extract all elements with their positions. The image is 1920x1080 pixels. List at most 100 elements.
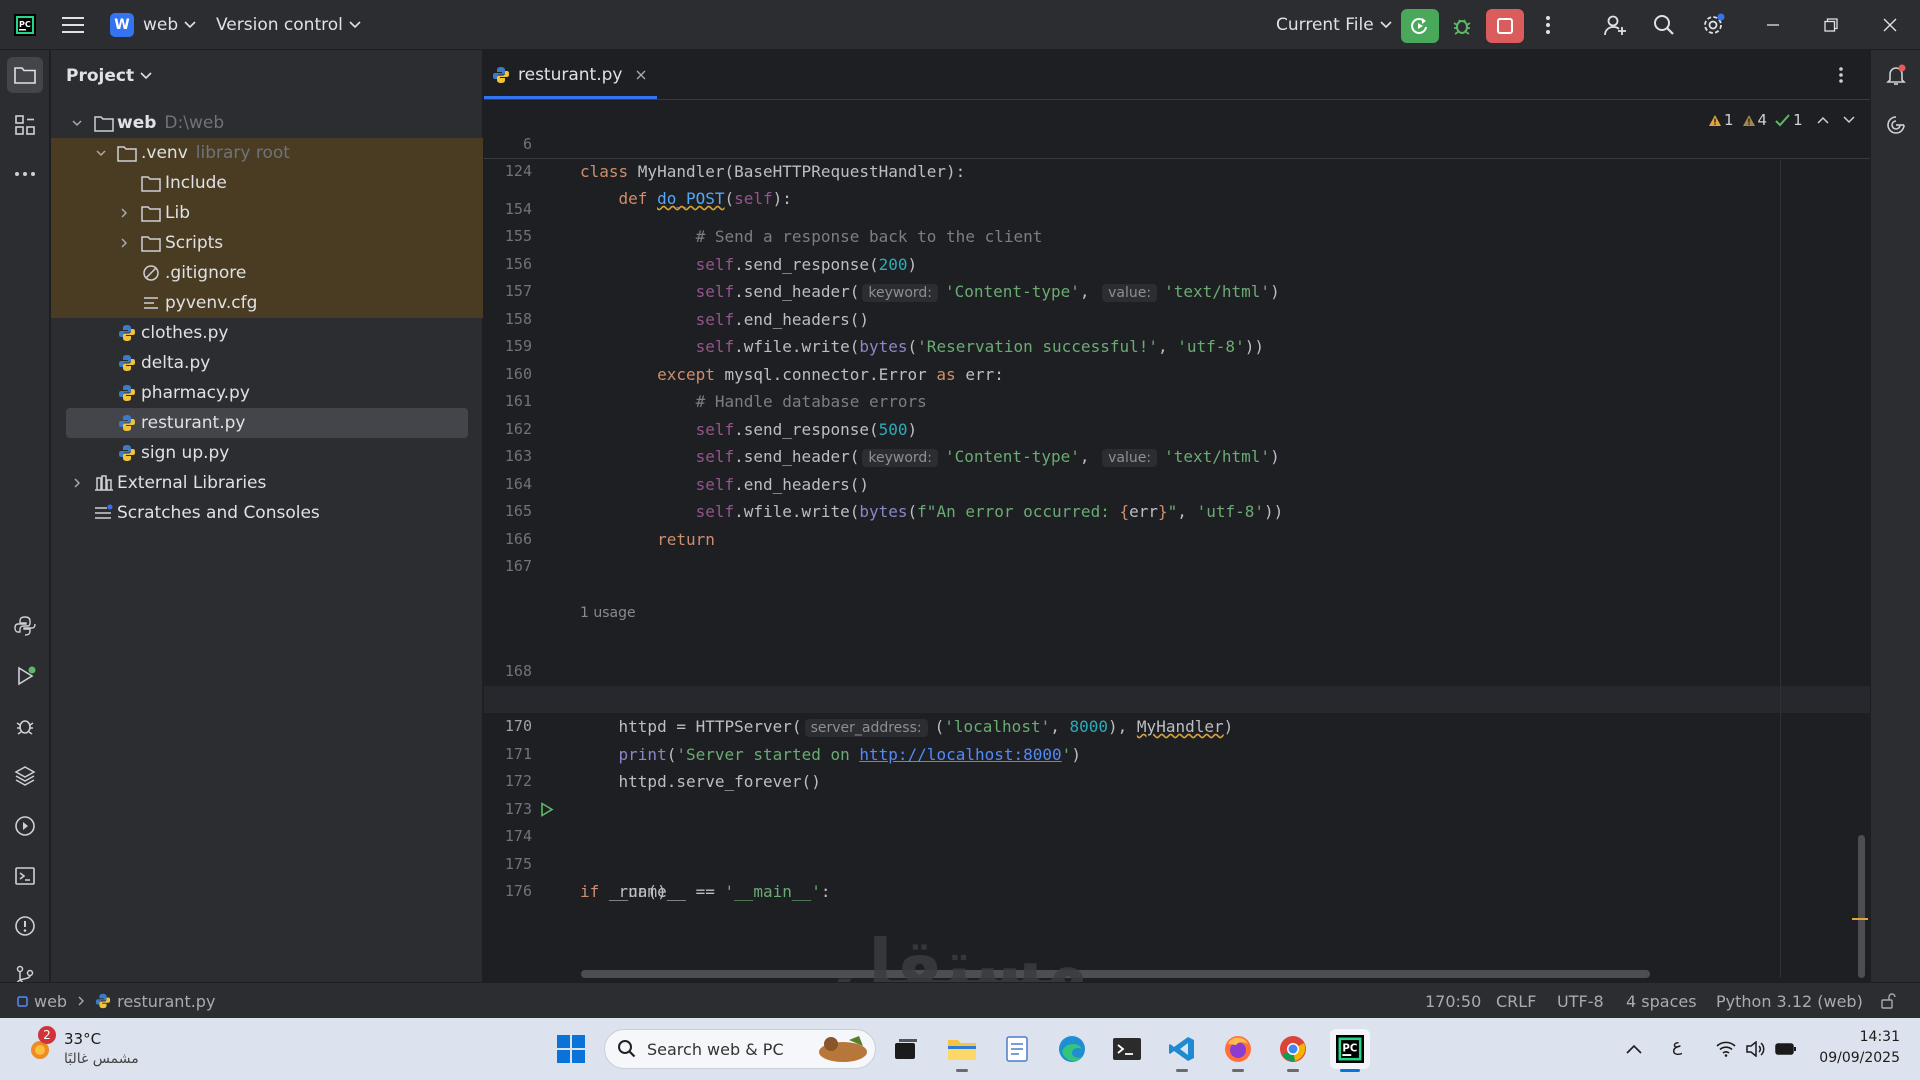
read-only-toggle[interactable] — [1880, 983, 1896, 1019]
tree-item-lib[interactable]: Lib — [51, 198, 483, 228]
inspection-widget[interactable]: 1 4 1 — [1708, 111, 1855, 129]
sticky-line[interactable]: 6 class MyHandler(BaseHTTPRequestHandler… — [484, 103, 1870, 182]
code-line[interactable]: 172 — [484, 741, 1870, 790]
show-hidden-icons-button[interactable] — [1620, 1035, 1648, 1063]
start-button[interactable] — [553, 1031, 589, 1067]
volume-control[interactable] — [1742, 1036, 1768, 1062]
warning-stripe-marker[interactable] — [1852, 918, 1868, 920]
code-line[interactable]: 163 self.end_headers() — [484, 416, 1870, 494]
tree-item-include[interactable]: Include — [51, 168, 483, 198]
indent-setting[interactable]: 4 spaces — [1626, 983, 1697, 1019]
code-line[interactable]: 167 — [484, 526, 1870, 575]
code-line[interactable]: 160 # Handle database errors — [484, 333, 1870, 412]
code-line[interactable]: 169 httpd = HTTPServer(server_address:('… — [484, 658, 1870, 737]
tree-item-pyvenv-cfg[interactable]: pyvenv.cfg — [51, 288, 483, 318]
layers-tool-button[interactable] — [7, 758, 43, 794]
code-line[interactable]: 159 except mysql.connector.Error as err: — [484, 306, 1870, 384]
run-tool-button[interactable] — [7, 658, 43, 694]
services-tool-button[interactable] — [7, 808, 43, 844]
project-tool-button[interactable] — [7, 57, 43, 93]
problems-tool-button[interactable] — [7, 908, 43, 944]
caret-position[interactable]: 170:50 — [1425, 983, 1481, 1019]
close-tab-icon[interactable] — [636, 70, 646, 80]
tree-item-external-libraries[interactable]: External Libraries — [51, 468, 483, 498]
tab-resturant-py[interactable]: resturant.py — [492, 50, 646, 100]
input-language[interactable]: ع — [1672, 1036, 1682, 1056]
chevron-down-icon[interactable] — [1843, 116, 1855, 124]
code-line[interactable]: 166 — [484, 498, 1870, 548]
minimize-button[interactable] — [1751, 0, 1795, 50]
project-switcher[interactable]: W web — [110, 0, 196, 50]
tree-item-scratches[interactable]: Scratches and Consoles — [51, 498, 483, 528]
run-gutter-icon[interactable] — [540, 801, 554, 817]
tree-item-gitignore[interactable]: .gitignore — [51, 258, 483, 288]
code-line[interactable]: 158 self.wfile.write(bytes('Reservation … — [484, 278, 1870, 357]
settings-button[interactable] — [1691, 0, 1735, 50]
vertical-scrollbar[interactable] — [1858, 835, 1865, 978]
usage-hint[interactable]: 1 usage — [484, 603, 1870, 623]
weather-widget[interactable]: 2 — [22, 1026, 58, 1066]
terminal-tool-button[interactable] — [7, 858, 43, 894]
code-line[interactable]: 162 self.send_header(keyword: 'Content-ty… — [484, 388, 1870, 467]
code-line[interactable]: 155 self.send_response(200) — [484, 196, 1870, 274]
rerun-button[interactable] — [1401, 9, 1439, 43]
network-status[interactable] — [1713, 1036, 1739, 1062]
tree-item-delta-py[interactable]: delta.py — [51, 348, 483, 378]
debug-tool-button[interactable] — [7, 708, 43, 744]
search-everywhere-button[interactable] — [1642, 0, 1686, 50]
vscode-button[interactable] — [1164, 1031, 1200, 1072]
code-line[interactable]: 173 — [484, 768, 1870, 818]
code-line[interactable]: 174 if __name__ == '__main__': — [484, 796, 1870, 901]
code-line[interactable]: 168 def run(): — [484, 631, 1870, 709]
notepad-button[interactable] — [999, 1031, 1035, 1067]
breadcrumb-file[interactable]: resturant.py — [117, 992, 215, 1011]
python-interpreter[interactable]: Python 3.12 (web) — [1716, 983, 1863, 1019]
tree-item-scripts[interactable]: Scripts — [51, 228, 483, 258]
firefox-button[interactable] — [1220, 1031, 1256, 1072]
code-line[interactable]: 176 — [484, 851, 1870, 900]
sticky-line[interactable]: 124 def do_POST(self): — [484, 130, 1870, 209]
close-window-button[interactable] — [1868, 0, 1912, 50]
breadcrumb-project[interactable]: web — [34, 992, 67, 1011]
clock-date[interactable]: 09/09/2025 — [1806, 1050, 1900, 1066]
terminal-button[interactable] — [1109, 1031, 1145, 1067]
tree-item-web[interactable]: web D:\web — [51, 108, 483, 138]
pycharm-logo-icon[interactable]: PC — [14, 0, 36, 50]
code-line[interactable]: 157 self.end_headers() — [484, 251, 1870, 329]
debug-button[interactable] — [1443, 9, 1481, 43]
more-tools-button[interactable] — [7, 156, 43, 192]
structure-tool-button[interactable] — [7, 107, 43, 143]
code-line[interactable]: 175 run() — [484, 823, 1870, 902]
code-with-me-button[interactable] — [1593, 0, 1637, 50]
code-line[interactable]: 164 self.wfile.write(bytes(f"An error oc… — [484, 443, 1870, 522]
code-line[interactable]: 171 httpd.serve_forever() — [484, 713, 1870, 792]
notifications-button[interactable] — [1878, 57, 1914, 93]
pycharm-taskbar-button[interactable]: PC — [1330, 1029, 1370, 1072]
tab-options-button[interactable] — [1838, 66, 1844, 84]
main-menu-button[interactable] — [62, 0, 84, 50]
tree-item-clothes-py[interactable]: clothes.py — [51, 318, 483, 348]
tree-item-sign-up-py[interactable]: sign up.py — [51, 438, 483, 468]
line-separator[interactable]: CRLF — [1496, 983, 1536, 1019]
file-encoding[interactable]: UTF-8 — [1557, 983, 1604, 1019]
current-code-line[interactable]: 170 print('Server started on http://loca… — [484, 685, 1870, 764]
stop-button[interactable] — [1486, 9, 1524, 43]
chevron-up-icon[interactable] — [1817, 116, 1829, 124]
task-view-button[interactable] — [888, 1031, 924, 1067]
python-packages-tool-button[interactable] — [7, 608, 43, 644]
run-configuration-selector[interactable]: Current File — [1276, 0, 1392, 50]
code-line[interactable]: 165 return — [484, 471, 1870, 549]
project-panel-header[interactable]: Project — [66, 66, 152, 86]
code-line[interactable]: 154 # Send a response back to the client — [484, 168, 1870, 247]
ai-assistant-button[interactable] — [1878, 107, 1914, 143]
chrome-button[interactable] — [1275, 1031, 1311, 1072]
battery-status[interactable] — [1773, 1036, 1799, 1062]
taskbar-search-box[interactable]: Search web & PC — [604, 1029, 876, 1069]
tree-item-venv[interactable]: .venv library root — [51, 138, 483, 168]
edge-button[interactable] — [1054, 1031, 1090, 1067]
tree-item-resturant-py[interactable]: resturant.py — [51, 408, 483, 438]
restore-button[interactable] — [1809, 0, 1853, 50]
file-explorer-button[interactable] — [944, 1031, 980, 1072]
code-line[interactable]: 156 self.send_header(keyword: 'Content-ty… — [484, 223, 1870, 302]
code-line[interactable]: 161 self.send_response(500) — [484, 361, 1870, 439]
